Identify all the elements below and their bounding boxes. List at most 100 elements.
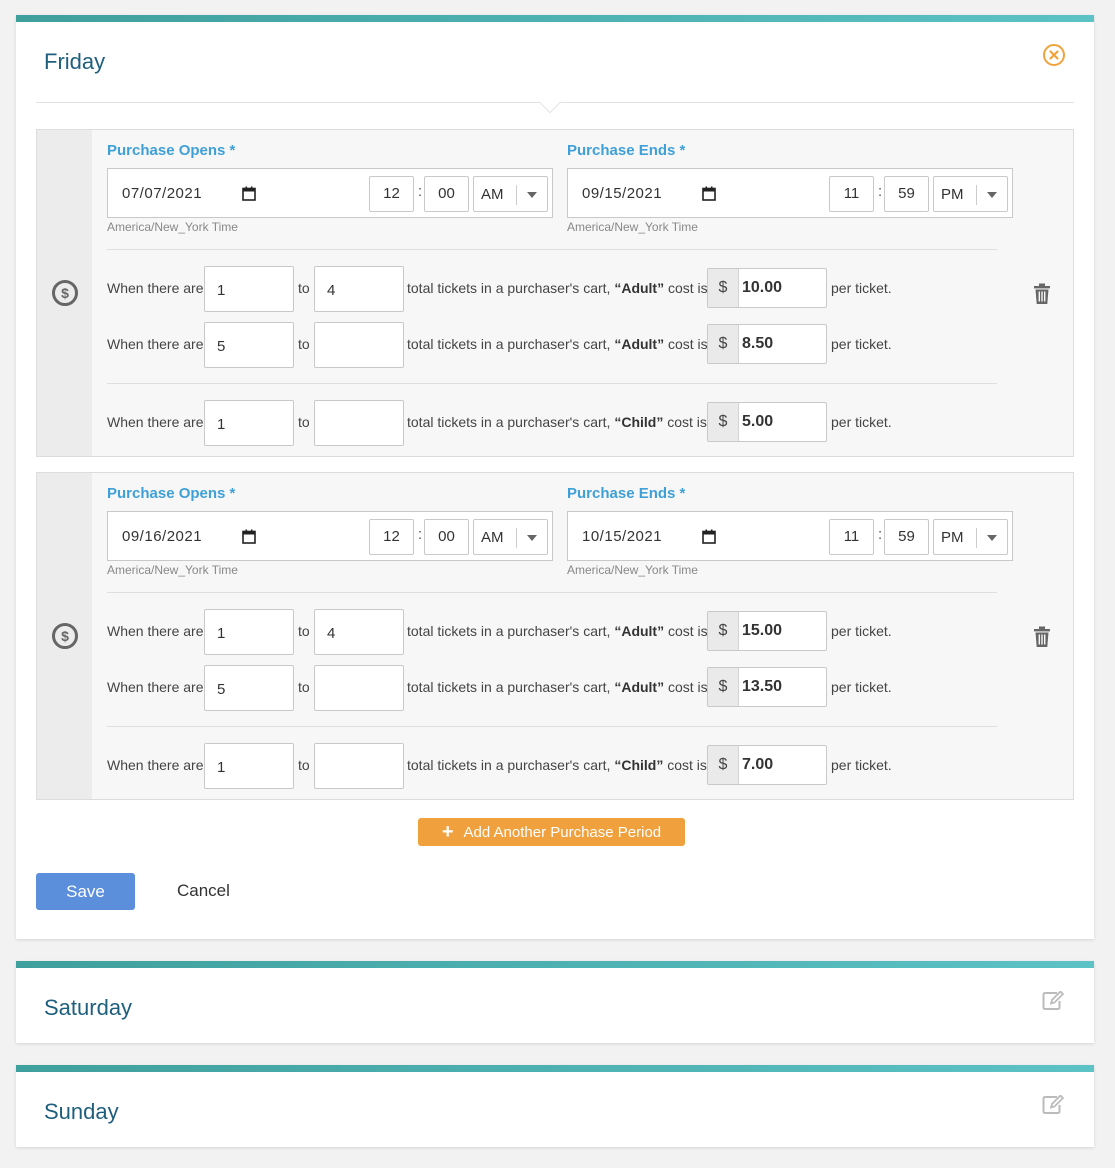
to-label: to — [298, 757, 310, 773]
per-ticket-label: per ticket. — [831, 757, 892, 773]
day-title: Sunday — [44, 1099, 119, 1124]
ends-ampm-select[interactable]: PM — [933, 519, 1008, 555]
timezone-label: America/New_York Time — [567, 220, 698, 234]
plus-icon: + — [441, 821, 454, 843]
opens-hour-input[interactable]: 12 — [369, 176, 414, 212]
qty-to-input[interactable] — [314, 400, 404, 446]
qty-from-input[interactable]: 1 — [204, 743, 294, 789]
purchase-opens-label: Purchase Opens * — [107, 485, 236, 502]
opens-ampm-select[interactable]: AM — [473, 176, 548, 212]
calendar-icon[interactable] — [242, 186, 256, 201]
time-colon: : — [878, 526, 883, 543]
per-ticket-label: per ticket. — [831, 280, 892, 296]
ticket-type: “Child” — [614, 757, 664, 773]
opens-minute-input[interactable]: 00 — [424, 176, 469, 212]
price-input[interactable]: $5.00 — [707, 402, 827, 442]
price-value: 13.50 — [742, 678, 783, 695]
add-period-label: Add Another Purchase Period — [463, 823, 662, 841]
ampm-value: PM — [941, 186, 964, 203]
currency-addon: $ — [708, 612, 739, 650]
price-value: 10.00 — [742, 279, 783, 296]
to-label: to — [298, 623, 310, 639]
qty-from-input[interactable]: 1 — [204, 609, 294, 655]
close-icon[interactable] — [1043, 44, 1065, 66]
time-colon: : — [878, 183, 883, 200]
trash-icon[interactable] — [1033, 626, 1051, 648]
ampm-value: AM — [481, 186, 504, 203]
calendar-icon[interactable] — [702, 529, 716, 544]
currency-addon: $ — [708, 746, 739, 784]
day-title: Saturday — [44, 995, 133, 1020]
card-topbar — [16, 961, 1094, 968]
opens-ampm-select[interactable]: AM — [473, 519, 548, 555]
dollar-circle-icon: $ — [52, 280, 78, 306]
price-value: 15.00 — [742, 622, 783, 639]
purchase-period: $ Purchase Opens * 09/16/2021 12 : 00 AM… — [36, 472, 1074, 800]
when-label: When there are — [107, 623, 204, 639]
qty-from-input[interactable]: 1 — [204, 266, 294, 312]
trash-icon[interactable] — [1033, 283, 1051, 305]
price-input[interactable]: $13.50 — [707, 667, 827, 707]
when-label: When there are — [107, 280, 204, 296]
divider-notch — [538, 90, 562, 114]
rule-text: total tickets in a purchaser's cart, “Ad… — [407, 679, 708, 695]
price-value: 8.50 — [742, 335, 774, 352]
edit-icon[interactable] — [1042, 991, 1064, 1011]
chevron-down-icon — [987, 535, 997, 541]
section-divider — [107, 592, 997, 593]
section-divider — [107, 726, 997, 727]
save-button[interactable]: Save — [36, 873, 135, 910]
qty-from-input[interactable]: 5 — [204, 665, 294, 711]
rule-text: total tickets in a purchaser's cart, “Ch… — [407, 414, 707, 430]
ticket-type: “Adult” — [614, 280, 665, 296]
ticket-type: “Child” — [614, 414, 664, 430]
purchase-ends-field: 09/15/2021 11 : 59 PM — [567, 168, 1013, 218]
ticket-type: “Adult” — [614, 679, 665, 695]
currency-addon: $ — [708, 269, 739, 307]
cancel-button[interactable]: Cancel — [177, 881, 230, 901]
ends-minute-input[interactable]: 59 — [884, 176, 929, 212]
ends-hour-input[interactable]: 11 — [829, 176, 874, 212]
ends-hour-input[interactable]: 11 — [829, 519, 874, 555]
currency-addon: $ — [708, 668, 739, 706]
qty-to-input[interactable]: 4 — [314, 609, 404, 655]
rule-text: total tickets in a purchaser's cart, “Ch… — [407, 757, 707, 773]
day-card-friday: Friday $ Purchase Opens * 07/07/2021 12 … — [16, 15, 1094, 939]
opens-hour-input[interactable]: 12 — [369, 519, 414, 555]
when-label: When there are — [107, 679, 204, 695]
qty-from-input[interactable]: 5 — [204, 322, 294, 368]
ampm-value: AM — [481, 529, 504, 546]
ends-ampm-select[interactable]: PM — [933, 176, 1008, 212]
calendar-icon[interactable] — [702, 186, 716, 201]
price-input[interactable]: $8.50 — [707, 324, 827, 364]
rule-text: total tickets in a purchaser's cart, “Ad… — [407, 280, 708, 296]
to-label: to — [298, 280, 310, 296]
currency-addon: $ — [708, 403, 739, 441]
to-label: to — [298, 414, 310, 430]
calendar-icon[interactable] — [242, 529, 256, 544]
chevron-down-icon — [987, 192, 997, 198]
qty-from-input[interactable]: 1 — [204, 400, 294, 446]
add-purchase-period-button[interactable]: + Add Another Purchase Period — [418, 818, 685, 846]
price-input[interactable]: $15.00 — [707, 611, 827, 651]
day-card-saturday[interactable]: Saturday — [16, 961, 1094, 1043]
purchase-ends-label: Purchase Ends * — [567, 142, 686, 159]
per-ticket-label: per ticket. — [831, 336, 892, 352]
price-input[interactable]: $7.00 — [707, 745, 827, 785]
qty-to-input[interactable] — [314, 743, 404, 789]
section-divider — [107, 383, 997, 384]
time-colon: : — [418, 526, 423, 543]
edit-icon[interactable] — [1042, 1095, 1064, 1115]
qty-to-input[interactable] — [314, 665, 404, 711]
per-ticket-label: per ticket. — [831, 679, 892, 695]
card-topbar — [16, 1065, 1094, 1072]
price-input[interactable]: $10.00 — [707, 268, 827, 308]
purchase-opens-label: Purchase Opens * — [107, 142, 236, 159]
qty-to-input[interactable] — [314, 322, 404, 368]
day-card-sunday[interactable]: Sunday — [16, 1065, 1094, 1147]
opens-minute-input[interactable]: 00 — [424, 519, 469, 555]
ends-minute-input[interactable]: 59 — [884, 519, 929, 555]
qty-to-input[interactable]: 4 — [314, 266, 404, 312]
to-label: to — [298, 336, 310, 352]
ampm-value: PM — [941, 529, 964, 546]
